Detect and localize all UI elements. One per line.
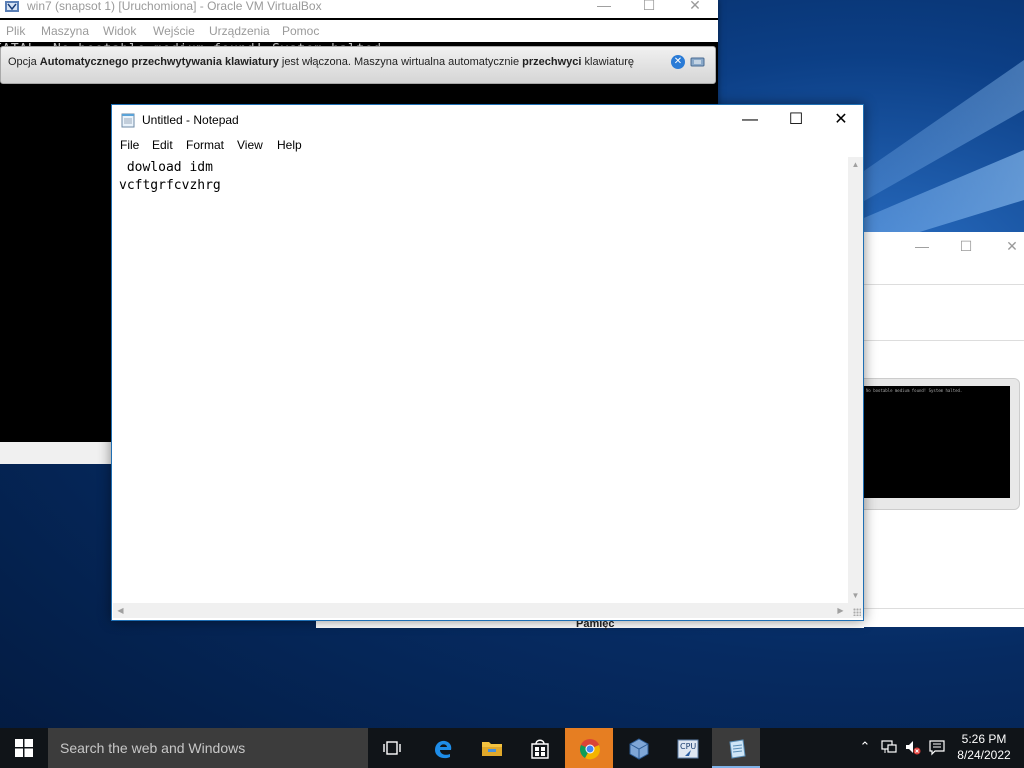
- maximize-button[interactable]: ☐: [956, 238, 976, 255]
- divider: [864, 340, 1024, 341]
- virtualbox-button[interactable]: [614, 728, 662, 768]
- menu-maszyna[interactable]: Maszyna: [41, 24, 89, 38]
- vm-preview-screen: No bootable medium found! System halted.: [864, 386, 1010, 498]
- vm-preview-text: No bootable medium found! System halted.: [866, 388, 963, 393]
- horizontal-scrollbar[interactable]: ◀ ▶: [113, 603, 848, 618]
- notepad-menubar: File Edit Format View Help: [112, 135, 863, 155]
- keyboard-icon[interactable]: [690, 55, 706, 69]
- text-editor[interactable]: dowload idm vcftgrfcvzhrg: [113, 157, 848, 603]
- task-view-icon: [383, 741, 401, 755]
- svg-text:CPU: CPU: [680, 742, 696, 751]
- clock-time: 5:26 PM: [961, 732, 1007, 746]
- chrome-icon: [580, 739, 600, 760]
- close-button[interactable]: ✕: [1002, 238, 1022, 255]
- virtualbox-menubar: Plik Maszyna Widok Wejście Urządzenia Po…: [0, 20, 718, 42]
- menu-view[interactable]: View: [237, 138, 263, 152]
- minimize-button[interactable]: —: [594, 0, 614, 13]
- menu-urzadzenia[interactable]: Urządzenia: [209, 24, 270, 38]
- search-placeholder: Search the web and Windows: [60, 740, 246, 756]
- keyboard-capture-notice: Opcja Automatycznego przechwytywania kla…: [0, 46, 716, 84]
- window-title: win7 (snapsot 1) [Uruchomiona] - Oracle …: [27, 0, 322, 13]
- volume-muted-icon[interactable]: [904, 738, 922, 756]
- divider: [864, 608, 1024, 609]
- network-icon[interactable]: [880, 738, 898, 756]
- menu-wejscie[interactable]: Wejście: [153, 24, 195, 38]
- folder-icon: [482, 742, 502, 756]
- start-button[interactable]: [0, 728, 48, 768]
- file-explorer-button[interactable]: [467, 728, 515, 768]
- windows-logo-icon: [15, 739, 33, 757]
- vm-preview: No bootable medium found! System halted.: [864, 378, 1020, 510]
- search-box[interactable]: Search the web and Windows: [48, 728, 368, 768]
- notice-close-icon[interactable]: ✕: [671, 55, 685, 69]
- clock-date: 8/24/2022: [957, 748, 1011, 762]
- background-window-edge: Pamięć: [316, 618, 864, 630]
- vertical-scrollbar[interactable]: ▲ ▼: [848, 157, 863, 603]
- store-icon: [531, 739, 549, 759]
- notepad-window[interactable]: Untitled - Notepad — ☐ ✕ File Edit Forma…: [111, 104, 864, 621]
- virtualbox-icon: [5, 1, 19, 12]
- scroll-down-icon[interactable]: ▼: [848, 588, 863, 603]
- background-window-edge: [0, 442, 112, 464]
- menu-file[interactable]: File: [120, 138, 139, 152]
- edge-button[interactable]: [418, 728, 466, 768]
- menu-format[interactable]: Format: [186, 138, 224, 152]
- notice-text: Opcja Automatycznego przechwytywania kla…: [8, 56, 635, 68]
- minimize-button[interactable]: —: [912, 238, 932, 254]
- scroll-left-icon[interactable]: ◀: [113, 603, 128, 618]
- notepad-icon: [729, 739, 746, 759]
- maximize-button[interactable]: ☐: [639, 0, 659, 14]
- divider: [864, 284, 1024, 285]
- close-button[interactable]: ✕: [818, 107, 864, 135]
- cpuz-button[interactable]: CPU: [663, 728, 711, 768]
- notepad-taskbar-button[interactable]: [712, 728, 760, 768]
- maximize-button[interactable]: ☐: [773, 107, 819, 135]
- menu-edit[interactable]: Edit: [152, 138, 173, 152]
- cpuz-icon: CPU: [677, 739, 699, 759]
- scroll-right-icon[interactable]: ▶: [833, 603, 848, 618]
- scroll-up-icon[interactable]: ▲: [848, 157, 863, 172]
- system-clock[interactable]: 5:26 PM 8/24/2022: [952, 731, 1016, 763]
- notepad-titlebar[interactable]: Untitled - Notepad — ☐ ✕: [112, 105, 863, 135]
- action-center-icon[interactable]: [928, 738, 946, 756]
- window-title: Untitled - Notepad: [142, 113, 239, 127]
- chrome-button[interactable]: [565, 728, 613, 768]
- background-window[interactable]: — ☐ ✕ No bootable medium found! System h…: [864, 232, 1024, 627]
- store-button[interactable]: [516, 728, 564, 768]
- menu-plik[interactable]: Plik: [6, 24, 25, 38]
- show-hidden-icons-icon[interactable]: ⌃: [856, 738, 874, 756]
- taskbar: Search the web and Windows CPU ⌃ 5:26 PM…: [0, 728, 1024, 768]
- edge-icon: [435, 740, 452, 759]
- menu-help[interactable]: Help: [277, 138, 302, 152]
- menu-pomoc[interactable]: Pomoc: [282, 24, 319, 38]
- notepad-icon: [121, 113, 135, 128]
- menu-widok[interactable]: Widok: [103, 24, 136, 38]
- virtualbox-icon: [629, 738, 649, 760]
- task-view-button[interactable]: [368, 728, 416, 768]
- resize-grip[interactable]: [848, 603, 863, 618]
- close-button[interactable]: ✕: [685, 0, 705, 14]
- virtualbox-titlebar[interactable]: win7 (snapsot 1) [Uruchomiona] - Oracle …: [0, 0, 718, 18]
- minimize-button[interactable]: —: [727, 107, 773, 135]
